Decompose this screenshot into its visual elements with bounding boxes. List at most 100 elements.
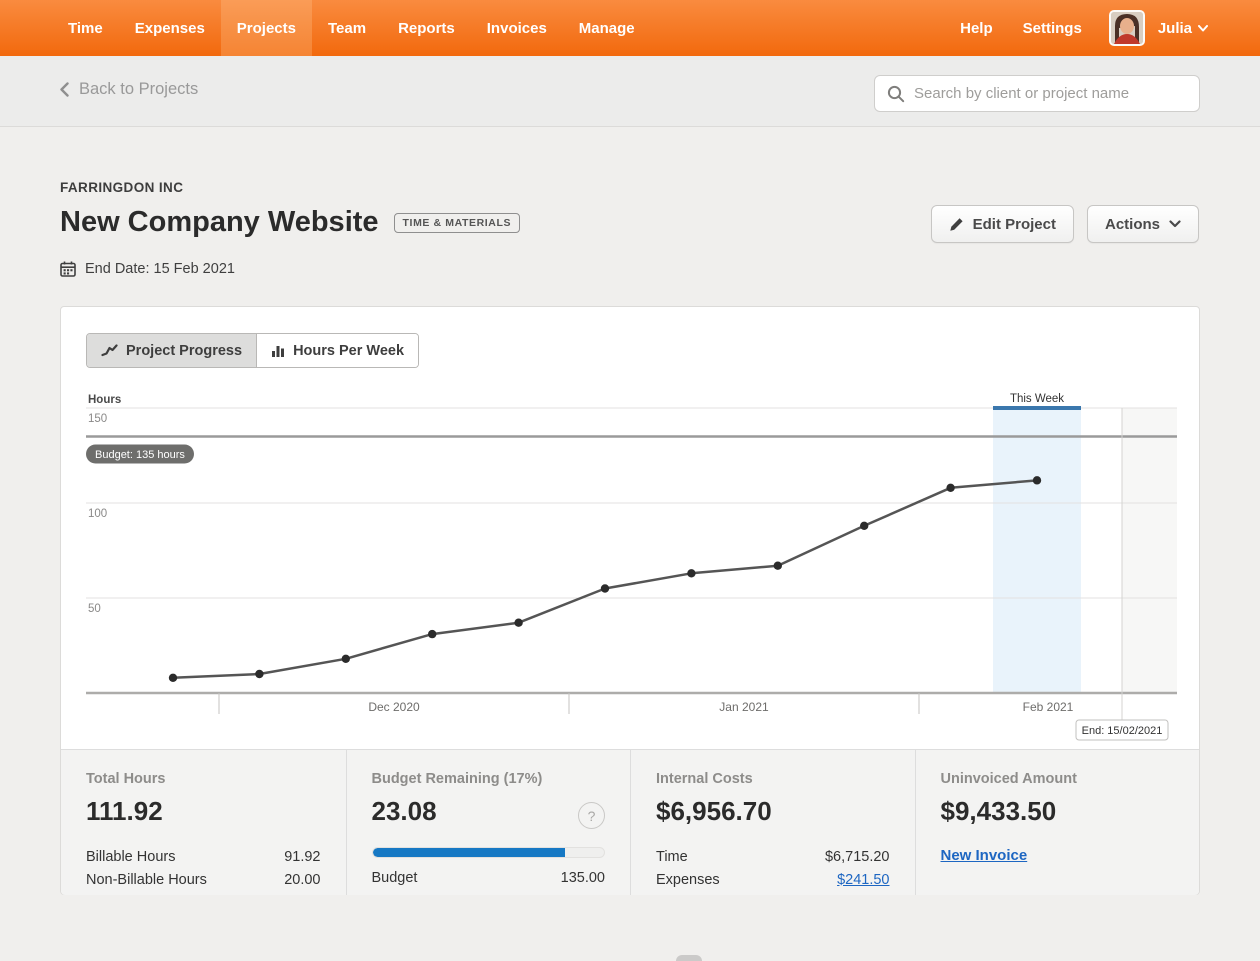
tab-project-progress[interactable]: Project Progress xyxy=(87,334,257,367)
row-value: 91.92 xyxy=(284,849,320,865)
budget-row: Budget 135.00 xyxy=(372,866,606,889)
user-name-label: Julia xyxy=(1158,20,1192,37)
edit-project-label: Edit Project xyxy=(973,216,1056,233)
chevron-left-icon xyxy=(60,82,69,97)
stat-uninvoiced-amount: Uninvoiced Amount $9,433.50 New Invoice xyxy=(915,750,1200,895)
stat-budget-remaining: Budget Remaining (17%) 23.08 ? Budget 13… xyxy=(346,750,631,895)
time-cost-row: Time $6,715.20 xyxy=(656,845,890,868)
stat-value: $6,956.70 xyxy=(656,796,890,827)
non-billable-hours-row: Non-Billable Hours 20.00 xyxy=(86,868,321,891)
stat-value: 23.08 xyxy=(372,796,606,827)
chart-tab-group: Project Progress Hours Per Week xyxy=(86,333,419,368)
actions-label: Actions xyxy=(1105,216,1160,233)
chart-data-point[interactable] xyxy=(946,484,954,492)
user-menu[interactable]: Julia xyxy=(1158,20,1208,37)
budget-badge-label: Budget: 135 hours xyxy=(95,449,185,461)
pencil-icon xyxy=(949,217,964,232)
help-icon[interactable]: ? xyxy=(578,802,605,829)
tab-project-progress-label: Project Progress xyxy=(126,343,242,359)
stats-row: Total Hours 111.92 Billable Hours 91.92 … xyxy=(61,749,1199,895)
stat-label: Uninvoiced Amount xyxy=(941,771,1175,787)
nav-item-expenses[interactable]: Expenses xyxy=(119,0,221,56)
nav-items: TimeExpensesProjectsTeamReportsInvoicesM… xyxy=(0,0,651,56)
stat-label: Total Hours xyxy=(86,771,321,787)
sub-header: Back to Projects xyxy=(0,56,1260,127)
page: TimeExpensesProjectsTeamReportsInvoicesM… xyxy=(0,0,1260,960)
chevron-down-icon xyxy=(1198,25,1208,32)
stat-value: 111.92 xyxy=(86,796,321,827)
nav-item-team[interactable]: Team xyxy=(312,0,382,56)
chart-data-point[interactable] xyxy=(1033,476,1041,484)
chart-data-point[interactable] xyxy=(514,619,522,627)
y-axis-title: Hours xyxy=(88,394,121,406)
row-value: $6,715.20 xyxy=(825,849,890,865)
search-icon xyxy=(887,85,905,103)
chevron-down-icon xyxy=(1169,220,1181,228)
budget-progress-bar xyxy=(372,847,606,858)
back-link-label: Back to Projects xyxy=(79,80,198,99)
client-name: FARRINGDON INC xyxy=(60,180,183,195)
tab-hours-per-week[interactable]: Hours Per Week xyxy=(257,334,418,367)
project-chart-card: Project Progress Hours Per Week 150 100 50… xyxy=(60,306,1200,895)
tab-hours-per-week-label: Hours Per Week xyxy=(293,343,404,359)
stat-value: $9,433.50 xyxy=(941,796,1175,827)
row-label: Billable Hours xyxy=(86,849,175,865)
header-buttons: Edit Project Actions xyxy=(931,205,1199,243)
chart-data-point[interactable] xyxy=(774,562,782,570)
end-date-label: End: 15/02/2021 xyxy=(1082,725,1163,737)
page-title: New Company Website xyxy=(60,206,379,239)
row-label: Expenses xyxy=(656,872,720,888)
nav-item-invoices[interactable]: Invoices xyxy=(471,0,563,56)
this-week-column xyxy=(993,410,1081,693)
nav-item-help[interactable]: Help xyxy=(947,20,1006,37)
this-week-label: This Week xyxy=(1010,393,1064,405)
x-tick-label: Feb 2021 xyxy=(1023,700,1074,714)
chart-data-point[interactable] xyxy=(428,630,436,638)
chart-data-point[interactable] xyxy=(169,674,177,682)
chart-data-point[interactable] xyxy=(860,522,868,530)
y-tick-label: 50 xyxy=(88,603,101,615)
nav-item-time[interactable]: Time xyxy=(52,0,119,56)
stat-internal-costs: Internal Costs $6,956.70 Time $6,715.20 … xyxy=(630,750,915,895)
stat-label: Budget Remaining (17%) xyxy=(372,771,606,787)
row-label: Non-Billable Hours xyxy=(86,872,207,888)
series-line xyxy=(173,480,1037,677)
nav-right: Help Settings Julia xyxy=(947,0,1260,56)
row-value: 135.00 xyxy=(561,870,605,886)
nav-item-settings[interactable]: Settings xyxy=(1010,20,1095,37)
project-progress-chart: 150 100 50 Hours Budget: 135 hours Dec 2020 Ja… xyxy=(61,393,1199,745)
chart-data-point[interactable] xyxy=(342,655,350,663)
chart-data-point[interactable] xyxy=(601,584,609,592)
expenses-link[interactable]: $241.50 xyxy=(837,872,889,888)
search-input[interactable] xyxy=(914,85,1187,102)
search-box xyxy=(874,75,1200,112)
x-tick-label: Jan 2021 xyxy=(719,700,769,714)
top-nav: TimeExpensesProjectsTeamReportsInvoicesM… xyxy=(0,0,1260,56)
end-date-label: End Date: 15 Feb 2021 xyxy=(85,261,235,277)
budget-progress-fill xyxy=(373,848,565,857)
actions-button[interactable]: Actions xyxy=(1087,205,1199,243)
y-tick-label: 100 xyxy=(88,508,107,520)
line-chart-icon xyxy=(101,344,118,357)
avatar-image xyxy=(1111,12,1143,44)
row-value: 20.00 xyxy=(284,872,320,888)
nav-item-manage[interactable]: Manage xyxy=(563,0,651,56)
avatar[interactable] xyxy=(1109,10,1145,46)
stat-label: Internal Costs xyxy=(656,771,890,787)
nav-item-reports[interactable]: Reports xyxy=(382,0,471,56)
back-to-projects-link[interactable]: Back to Projects xyxy=(60,80,198,99)
edit-project-button[interactable]: Edit Project xyxy=(931,205,1074,243)
stat-total-hours: Total Hours 111.92 Billable Hours 91.92 … xyxy=(61,750,346,895)
y-tick-label: 150 xyxy=(88,413,107,425)
chart-data-point[interactable] xyxy=(255,670,263,678)
chart-data-point[interactable] xyxy=(687,569,695,577)
expenses-cost-row: Expenses $241.50 xyxy=(656,868,890,891)
nav-item-projects[interactable]: Projects xyxy=(221,0,312,56)
row-label: Time xyxy=(656,849,688,865)
project-type-badge: TIME & MATERIALS xyxy=(394,213,521,233)
new-invoice-link[interactable]: New Invoice xyxy=(941,847,1028,864)
bar-chart-icon xyxy=(271,344,285,358)
footer-logo-partial xyxy=(676,955,702,961)
this-week-bar xyxy=(993,406,1081,410)
x-tick-label: Dec 2020 xyxy=(368,700,420,714)
